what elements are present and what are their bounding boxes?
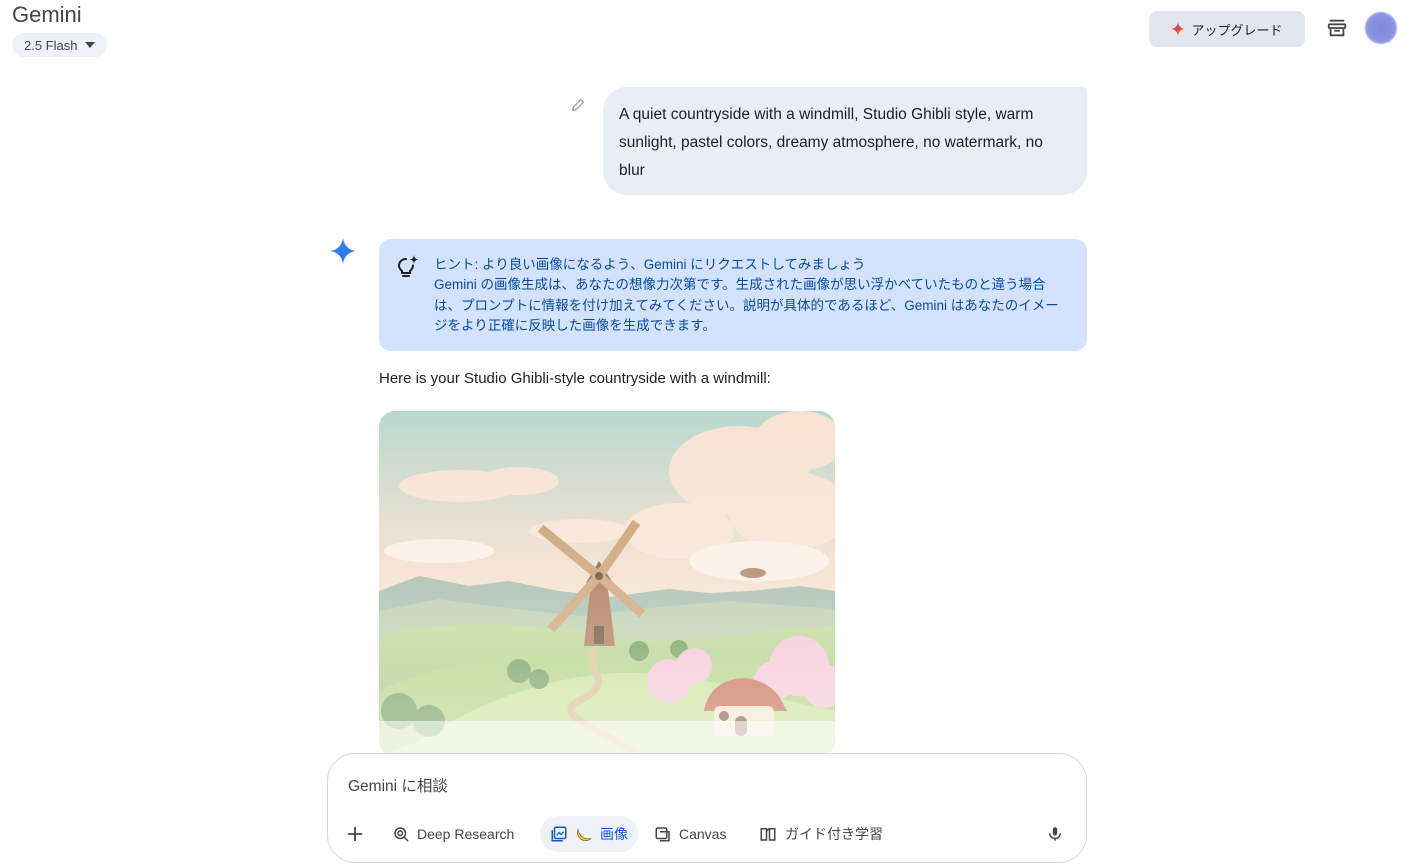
image-stack-icon bbox=[551, 826, 567, 842]
model-label: 2.5 Flash bbox=[24, 37, 78, 53]
banana-icon bbox=[577, 828, 592, 841]
canvas-icon bbox=[655, 827, 670, 842]
prompt-composer[interactable]: Gemini に相談 Deep Research 画像 Canvas ガイド付き… bbox=[327, 753, 1087, 863]
response-text: Here is your Studio Ghibli-style country… bbox=[379, 370, 771, 387]
image-tool-label: 画像 bbox=[600, 826, 628, 842]
deep-research-icon bbox=[394, 827, 409, 842]
pencil-icon[interactable] bbox=[570, 97, 586, 113]
app-title: Gemini bbox=[12, 2, 82, 27]
generated-image[interactable] bbox=[379, 411, 835, 756]
canvas-label: Canvas bbox=[679, 826, 727, 842]
user-message: A quiet countryside with a windmill, Stu… bbox=[603, 87, 1087, 195]
caret-down-icon bbox=[85, 42, 96, 48]
upgrade-button[interactable]: アップグレード bbox=[1149, 11, 1305, 47]
composer-toolbar: Deep Research 画像 Canvas ガイド付き学習 bbox=[328, 816, 1086, 852]
hint-card: ヒント: より良い画像になるよう、Gemini にリクエストしてみましょう Ge… bbox=[379, 239, 1087, 351]
plus-icon bbox=[347, 826, 363, 842]
add-button[interactable] bbox=[344, 816, 366, 852]
upgrade-label: アップグレード bbox=[1191, 22, 1283, 38]
deep-research-label: Deep Research bbox=[417, 826, 515, 842]
avatar[interactable] bbox=[1365, 12, 1397, 44]
gemini-spark-icon bbox=[1171, 22, 1186, 36]
canvas-button[interactable]: Canvas bbox=[654, 816, 726, 852]
gemini-spark-icon bbox=[330, 238, 356, 264]
hint-body: Gemini の画像生成は、あなたの想像力次第です。生成された画像が思い浮かべて… bbox=[434, 277, 1059, 333]
hint-title: ヒント: より良い画像になるよう、Gemini にリクエストしてみましょう bbox=[434, 257, 866, 272]
microphone-icon[interactable] bbox=[1046, 824, 1064, 844]
deep-research-button[interactable]: Deep Research bbox=[392, 816, 514, 852]
model-selector[interactable]: 2.5 Flash bbox=[12, 33, 108, 57]
archive-icon[interactable] bbox=[1326, 17, 1348, 39]
lightbulb-sparkle-icon bbox=[397, 255, 419, 277]
guided-learning-label: ガイド付き学習 bbox=[785, 826, 883, 842]
book-icon bbox=[760, 828, 776, 841]
prompt-input[interactable]: Gemini に相談 bbox=[348, 774, 448, 796]
guided-learning-button[interactable]: ガイド付き学習 bbox=[758, 816, 883, 852]
image-tool-button[interactable]: 画像 bbox=[540, 816, 638, 852]
